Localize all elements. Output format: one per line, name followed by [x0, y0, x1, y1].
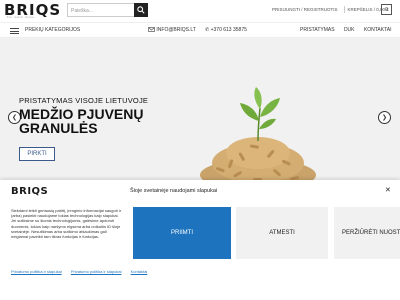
cookie-banner-logo: BRIQS [11, 186, 49, 197]
search-input[interactable]: Paieška... [67, 3, 135, 17]
cookie-banner-text: Siekdami teikti geriausią patirtį, įreng… [11, 208, 122, 240]
account-links: PRISIJUNGTI / REGISTRUOTIS KREPŠELIS / 0,… [272, 6, 392, 13]
phone-link[interactable]: ✆ +370 613 35875 [205, 27, 247, 33]
nav-link-delivery[interactable]: PRISTATYMAS [300, 27, 335, 33]
nav-link-faq[interactable]: DUK [344, 27, 355, 33]
menu-icon[interactable] [10, 28, 19, 34]
header-top: BRIQS For warm home Paieška... PRISIJUNG… [0, 0, 400, 22]
phone-text: +370 613 35875 [210, 27, 247, 33]
hero-subtitle: PRISTATYMAS VISOJE LIETUVOJE [19, 96, 149, 105]
view-preferences-button[interactable]: PERŽIŪRĖTI NUOSTATAS [334, 207, 400, 259]
privacy-policy-link[interactable]: Privatumo politika ir slapukai [11, 269, 62, 274]
email-text: INFO@BRIQS.LT [156, 27, 196, 33]
nav-link-contacts[interactable]: KONTAKTAI [364, 27, 392, 33]
phone-icon: ✆ [205, 27, 210, 33]
wood-pellets-plant-image [200, 87, 316, 191]
chevron-right-icon: ❯ [381, 115, 388, 121]
cookie-banner-title: Šioje svetainėje naudojami slapukai [130, 188, 218, 194]
cart-count: 0 [385, 6, 388, 13]
cart-icon[interactable]: 0 [381, 4, 392, 15]
divider [343, 6, 345, 13]
deny-cookies-button[interactable]: ATMESTI [236, 207, 328, 259]
search-button[interactable] [134, 3, 148, 17]
mail-icon [148, 27, 155, 33]
main-nav: PREKIŲ KATEGORIJOS INFO@BRIQS.LT ✆ +370 … [0, 22, 400, 38]
search-icon [137, 6, 145, 14]
hero-title-line2: GRANULĖS [19, 120, 98, 136]
slider-next-button[interactable]: ❯ [378, 111, 391, 124]
privacy-policy-link-2[interactable]: Privatumo politika ir slapukai [71, 269, 122, 274]
close-icon[interactable]: ✕ [385, 186, 391, 194]
contacts-link[interactable]: Kontaktai [131, 269, 148, 274]
categories-menu[interactable]: PREKIŲ KATEGORIJOS [25, 27, 80, 33]
login-link[interactable]: PRISIJUNGTI / REGISTRUOTIS [272, 7, 338, 12]
accept-cookies-button[interactable]: PRIIMTI [133, 207, 231, 259]
chevron-left-icon: ❮ [11, 115, 18, 121]
nav-links: PRISTATYMAS DUK KONTAKTAI [300, 27, 400, 33]
cookie-consent-banner: BRIQS Šioje svetainėje naudojami slapuka… [0, 180, 400, 300]
buy-button[interactable]: PIRKTI [19, 147, 55, 161]
logo-tagline: For warm home [7, 15, 35, 19]
hero-title: MEDŽIO PJUVENŲ GRANULĖS [19, 107, 143, 135]
cookie-policy-links: Privatumo politika ir slapukai Privatumo… [11, 269, 155, 274]
hero-title-line1: MEDŽIO PJUVENŲ [19, 106, 144, 122]
email-link[interactable]: INFO@BRIQS.LT [148, 27, 196, 33]
